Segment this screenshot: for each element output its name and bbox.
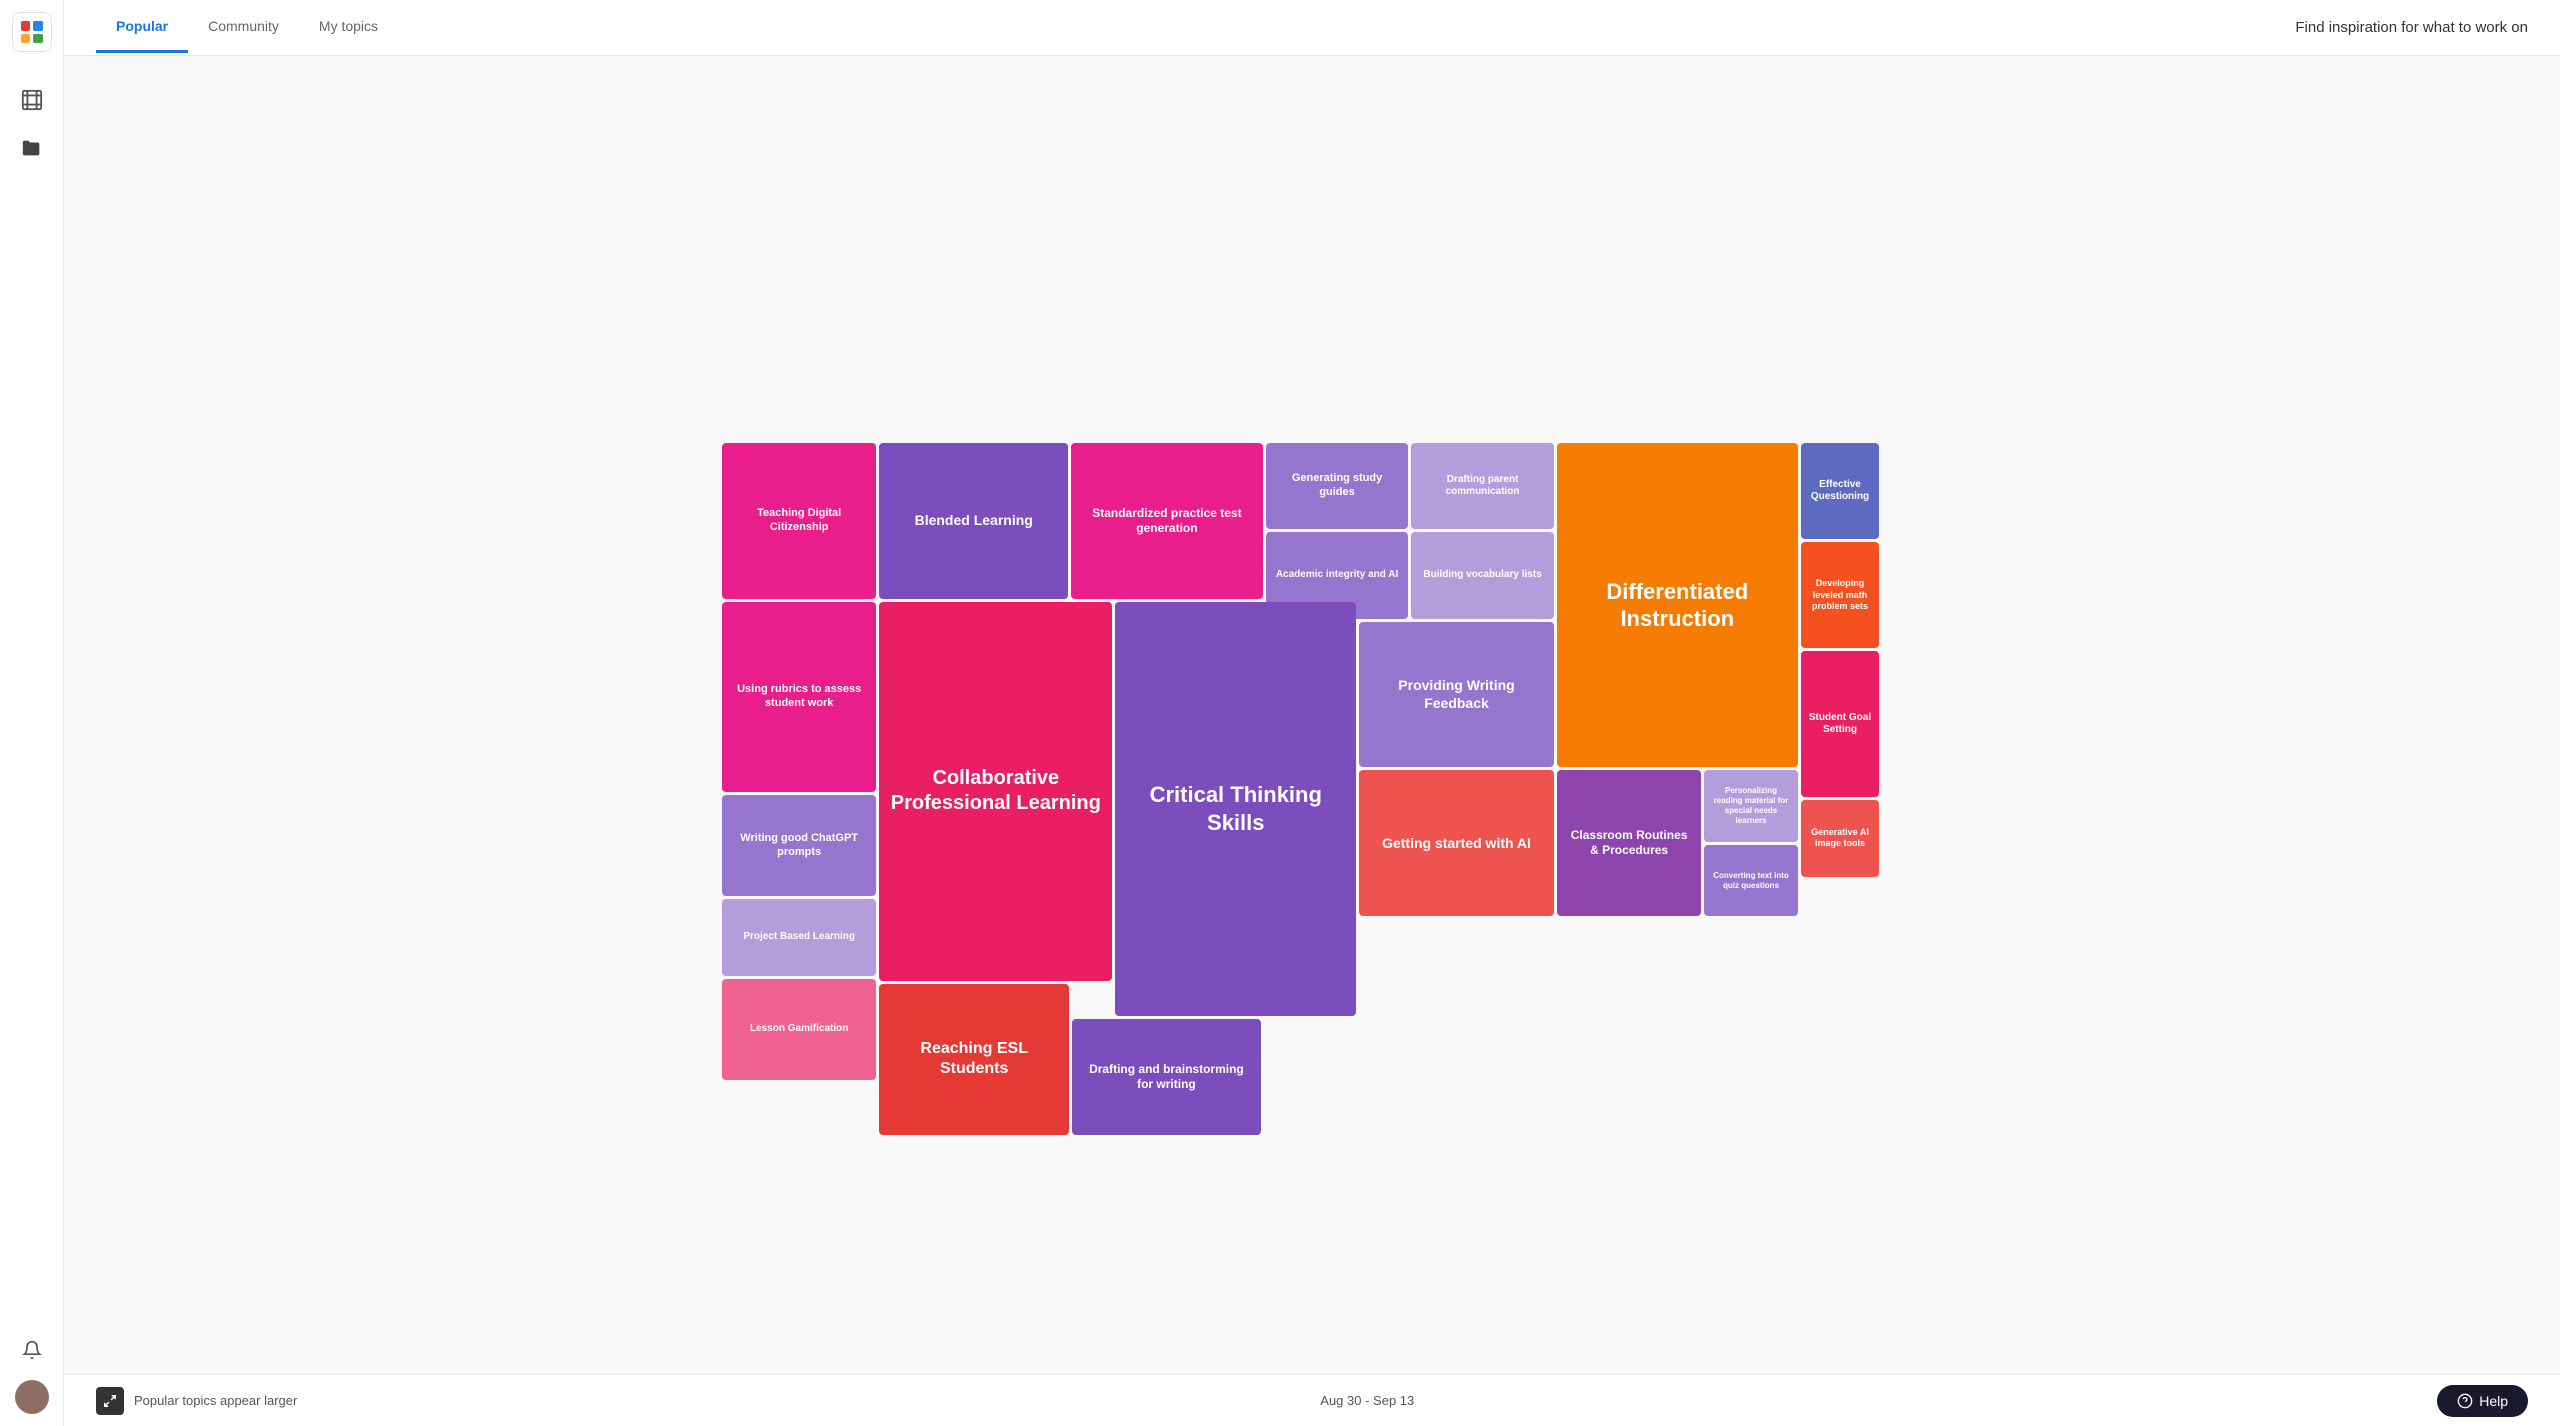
treemap-cell-differentiated[interactable]: Differentiated Instruction [1557,443,1798,767]
cell-label-student-goal: Student Goal Setting [1809,712,1872,737]
treemap-cell-personalizing-reading[interactable]: Personalizing reading material for speci… [1704,770,1797,841]
top-bar: Popular Community My topics Find inspira… [64,0,2560,56]
treemap-cell-lesson-gamification[interactable]: Lesson Gamification [722,979,876,1080]
sidebar [0,0,64,1426]
treemap-cell-blended-learning[interactable]: Blended Learning [879,443,1068,599]
content-area: Teaching Digital Citizenship Blended Lear… [64,56,2560,1374]
cell-label-drafting-brainstorming: Drafting and brainstorming for writing [1080,1062,1253,1092]
bottom-bar: Popular topics appear larger Aug 30 - Se… [64,1374,2560,1426]
tab-popular[interactable]: Popular [96,2,188,53]
cell-label-drafting-parent: Drafting parent communication [1419,474,1546,499]
avatar[interactable] [15,1380,49,1414]
treemap-cell-reaching-esl[interactable]: Reaching ESL Students [879,984,1069,1135]
treemap-cell-classroom-routines[interactable]: Classroom Routines & Procedures [1557,770,1702,916]
treemap-cell-using-rubrics[interactable]: Using rubrics to assess student work [722,602,876,793]
treemap-cell-drafting-parent[interactable]: Drafting parent communication [1411,443,1554,529]
treemap-cell-getting-started[interactable]: Getting started with AI [1359,770,1554,916]
treemap-container: Teaching Digital Citizenship Blended Lear… [96,80,2528,1346]
treemap-cell-drafting-brainstorming[interactable]: Drafting and brainstorming for writing [1072,1019,1261,1135]
cell-label-providing-writing: Providing Writing Feedback [1367,677,1546,712]
treemap-cell-converting-text[interactable]: Converting text into quiz questions [1704,845,1797,916]
treemap: Teaching Digital Citizenship Blended Lear… [722,443,1902,983]
cell-label-standardized-practice: Standardized practice test generation [1079,506,1255,536]
main-content: Popular Community My topics Find inspira… [64,0,2560,1426]
film-icon[interactable] [14,82,50,118]
treemap-cell-building-vocabulary[interactable]: Building vocabulary lists [1411,532,1554,618]
cell-label-personalizing-reading: Personalizing reading material for speci… [1712,786,1789,826]
cell-label-converting-text: Converting text into quiz questions [1712,871,1789,891]
cell-label-developing-leveled: Developing leveled math problem sets [1809,578,1872,612]
treemap-cell-teaching-digital[interactable]: Teaching Digital Citizenship [722,443,876,599]
treemap-cell-providing-writing[interactable]: Providing Writing Feedback [1359,622,1554,768]
cell-label-generative-ai: Generative AI image tools [1809,827,1872,850]
treemap-cell-developing-leveled[interactable]: Developing leveled math problem sets [1801,542,1880,648]
hint-label: Popular topics appear larger [134,1393,297,1408]
cell-label-teaching-digital: Teaching Digital Citizenship [730,507,868,535]
date-range: Aug 30 - Sep 13 [1320,1393,1414,1408]
cell-label-writing-chatgpt: Writing good ChatGPT prompts [730,832,868,860]
help-label: Help [2479,1393,2508,1409]
treemap-cell-student-goal[interactable]: Student Goal Setting [1801,651,1880,797]
treemap-cell-critical-thinking[interactable]: Critical Thinking Skills [1115,602,1356,1016]
cell-label-academic-integrity: Academic integrity and AI [1276,569,1398,582]
cell-label-getting-started: Getting started with AI [1382,835,1531,853]
navigation-tabs: Popular Community My topics [96,2,398,53]
treemap-cell-standardized-practice[interactable]: Standardized practice test generation [1071,443,1263,599]
cell-label-blended-learning: Blended Learning [915,512,1033,530]
cell-label-collaborative: Collaborative Professional Learning [887,766,1104,816]
help-button[interactable]: Help [2437,1385,2528,1417]
cell-label-classroom-routines: Classroom Routines & Procedures [1565,828,1694,858]
cell-label-differentiated: Differentiated Instruction [1565,578,1790,633]
cell-label-effective-questioning: Effective Questioning [1809,479,1872,504]
bell-icon[interactable] [14,1332,50,1368]
cell-label-building-vocabulary: Building vocabulary lists [1423,569,1541,582]
cell-label-project-based: Project Based Learning [743,931,855,944]
app-logo[interactable] [12,12,52,52]
treemap-cell-generative-ai[interactable]: Generative AI image tools [1801,800,1880,876]
folder-icon[interactable] [14,130,50,166]
page-title: Find inspiration for what to work on [2295,19,2528,36]
expand-icon[interactable] [96,1387,124,1415]
treemap-cell-project-based[interactable]: Project Based Learning [722,899,876,975]
tab-my-topics[interactable]: My topics [299,2,398,53]
treemap-cell-writing-chatgpt[interactable]: Writing good ChatGPT prompts [722,795,876,896]
treemap-cell-collaborative[interactable]: Collaborative Professional Learning [879,602,1112,981]
cell-label-lesson-gamification: Lesson Gamification [750,1023,848,1036]
cell-label-critical-thinking: Critical Thinking Skills [1123,781,1348,836]
cell-label-using-rubrics: Using rubrics to assess student work [730,683,868,711]
bottom-hint: Popular topics appear larger [96,1387,297,1415]
cell-label-generating-study: Generating study guides [1274,472,1401,500]
treemap-cell-effective-questioning[interactable]: Effective Questioning [1801,443,1880,539]
tab-community[interactable]: Community [188,2,299,53]
cell-label-reaching-esl: Reaching ESL Students [887,1039,1061,1079]
treemap-cell-generating-study[interactable]: Generating study guides [1266,443,1409,529]
